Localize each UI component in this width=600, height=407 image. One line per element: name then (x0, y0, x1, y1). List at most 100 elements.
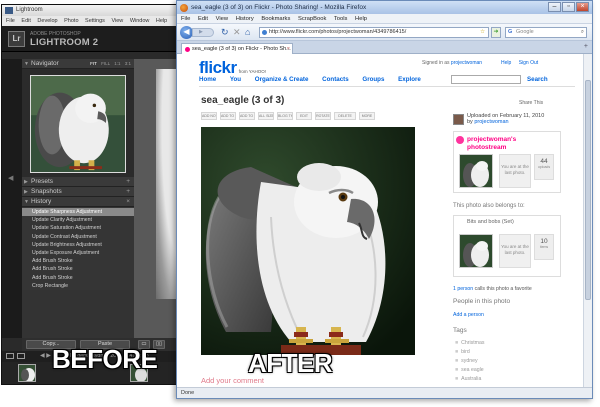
lr-menu-develop[interactable]: Develop (37, 18, 57, 24)
main-photo[interactable] (201, 127, 415, 355)
home-icon[interactable]: ⌂ (245, 27, 250, 38)
forward-icon[interactable]: ▶ (192, 28, 214, 37)
ff-menu-help[interactable]: Help (355, 16, 367, 22)
history-item[interactable]: Update Brightness Adjustment (22, 241, 134, 249)
clear-history-icon[interactable]: × (126, 197, 130, 207)
history-item[interactable]: Crop Rectangle (22, 282, 134, 290)
fave-count-link[interactable]: 1 person (453, 286, 473, 292)
lr-menu-window[interactable]: Window (130, 18, 150, 24)
history-header[interactable]: ▼ History × (22, 197, 134, 207)
flickr-search-input[interactable] (451, 75, 521, 84)
navigator-thumbnail[interactable] (30, 75, 126, 173)
ff-menu-history[interactable]: History (236, 16, 254, 22)
ff-menu-bookmarks[interactable]: Bookmarks (261, 16, 290, 22)
snapshots-header[interactable]: ▶ Snapshots + (22, 187, 134, 197)
more-button[interactable]: MORE (359, 112, 375, 120)
monitor-1-icon[interactable] (6, 353, 14, 359)
uploader-link[interactable]: projectwoman (474, 119, 508, 125)
nav-contacts[interactable]: Contacts (322, 76, 348, 83)
nav-you[interactable]: You (230, 76, 241, 83)
ff-menu-scrapbook[interactable]: ScrapBook (298, 16, 326, 22)
tag-item[interactable]: ■ sea eagle (455, 367, 484, 373)
minimize-icon[interactable]: – (548, 2, 561, 12)
add-person-link[interactable]: Add a person (453, 312, 484, 318)
search-icon[interactable]: ⌕ (581, 28, 584, 37)
zoom-1-1[interactable]: 1:1 (114, 61, 120, 66)
tag-item[interactable]: ■ Australia (455, 376, 481, 382)
close-icon[interactable]: × (576, 2, 589, 12)
google-icon[interactable]: G (508, 28, 512, 37)
flickr-search-button[interactable]: Search (527, 76, 548, 83)
monitor-2-icon[interactable] (17, 353, 25, 359)
set-title[interactable]: Bits and bobs (Set) (467, 219, 514, 225)
nav-organize[interactable]: Organize & Create (255, 76, 309, 83)
ff-menu-tools[interactable]: Tools (334, 16, 348, 22)
add-preset-icon[interactable]: + (126, 177, 130, 187)
nav-explore[interactable]: Explore (398, 76, 421, 83)
zoom-fill[interactable]: FILL (101, 61, 110, 66)
close-tab-icon[interactable]: × (287, 44, 290, 54)
zoom-3-1[interactable]: 3:1 (125, 61, 131, 66)
photostream-title[interactable]: projectwoman's photostream (467, 136, 557, 152)
ff-menu-edit[interactable]: Edit (198, 16, 208, 22)
history-item[interactable]: Update Contrast Adjustment (22, 233, 134, 241)
history-item[interactable]: Add Brush Stroke (22, 257, 134, 265)
history-item[interactable]: Update Sharpness Adjustment (22, 208, 134, 217)
presets-header[interactable]: ▶ Presets + (22, 177, 134, 187)
lr-menu-edit[interactable]: Edit (21, 18, 30, 24)
rotate-button[interactable]: ROTATE (315, 112, 331, 120)
ff-menu-file[interactable]: File (181, 16, 190, 22)
share-this-button[interactable]: Share This (519, 100, 543, 106)
nav-groups[interactable]: Groups (362, 76, 384, 83)
bookmark-star-icon[interactable]: ☆ (480, 28, 485, 37)
history-item[interactable]: Add Brush Stroke (22, 265, 134, 273)
nav-home[interactable]: Home (199, 76, 216, 83)
new-tab-icon[interactable]: + (584, 43, 588, 50)
scrollbar-thumb[interactable] (585, 80, 591, 300)
lr-menu-photo[interactable]: Photo (64, 18, 78, 24)
address-bar[interactable]: http://www.flickr.com/photos/projectwoma… (259, 27, 489, 38)
set-count[interactable]: 10 items (534, 234, 554, 260)
add-snapshot-icon[interactable]: + (126, 187, 130, 197)
history-item[interactable]: Update Exposure Adjustment (22, 249, 134, 257)
tag-item[interactable]: ■ Christmas (455, 340, 485, 346)
help-link[interactable]: Help (501, 60, 511, 66)
add-to-group-button[interactable]: ADD TO GROUP (220, 112, 236, 120)
signed-in-user-link[interactable]: projectwoman (451, 60, 482, 66)
stop-icon[interactable]: ✕ (233, 27, 241, 38)
search-input[interactable]: G Google ⌕ (505, 27, 587, 38)
set-thumbnail[interactable] (459, 234, 493, 268)
vertical-scrollbar[interactable] (583, 54, 592, 387)
avatar[interactable] (453, 114, 464, 125)
lr-menu-view[interactable]: View (111, 18, 123, 24)
lr-menu-file[interactable]: File (6, 18, 15, 24)
sign-out-link[interactable]: Sign Out (519, 60, 538, 66)
go-icon[interactable]: ➜ (491, 27, 501, 38)
add-note-button[interactable]: ADD NOTE (201, 112, 217, 120)
delete-button[interactable]: DELETE (334, 112, 356, 120)
history-item[interactable]: Add Brush Stroke (22, 274, 134, 282)
prev-next-icon[interactable]: ◀ ▶ (40, 351, 51, 362)
history-item[interactable]: Update Saturation Adjustment (22, 224, 134, 232)
maximize-icon[interactable]: ▫ (562, 2, 575, 12)
lr-menu-settings[interactable]: Settings (85, 18, 105, 24)
photostream-count[interactable]: 44 uploads (534, 154, 554, 180)
filmstrip-thumbnail[interactable] (18, 364, 36, 382)
all-sizes-button[interactable]: ALL SIZES (258, 112, 274, 120)
zoom-fit[interactable]: FIT (90, 61, 97, 66)
add-to-gallery-button[interactable]: ADD TO GALLERY (239, 112, 255, 120)
flickr-logo[interactable]: flickr from YAHOO! (199, 58, 266, 78)
collapse-left-icon[interactable]: ◀ (8, 174, 13, 182)
navigator-header[interactable]: ▼ Navigator FIT FILL 1:1 3:1 (22, 59, 134, 69)
blog-this-button[interactable]: BLOG THIS (277, 112, 293, 120)
lr-menu-help[interactable]: Help (156, 18, 167, 24)
edit-button[interactable]: EDIT (296, 112, 312, 120)
photostream-thumbnail[interactable] (459, 154, 493, 188)
tag-item[interactable]: ■ bird (455, 349, 470, 355)
reload-icon[interactable]: ↻ (221, 27, 229, 38)
ff-menu-view[interactable]: View (216, 16, 228, 22)
tab-flickr[interactable]: sea_eagle (3 of 3) on Flickr - Photo Sh.… (181, 43, 293, 54)
history-item[interactable]: Update Clarity Adjustment (22, 216, 134, 224)
tag-item[interactable]: ■ sydney (455, 358, 478, 364)
site-identity-icon[interactable] (262, 30, 267, 35)
